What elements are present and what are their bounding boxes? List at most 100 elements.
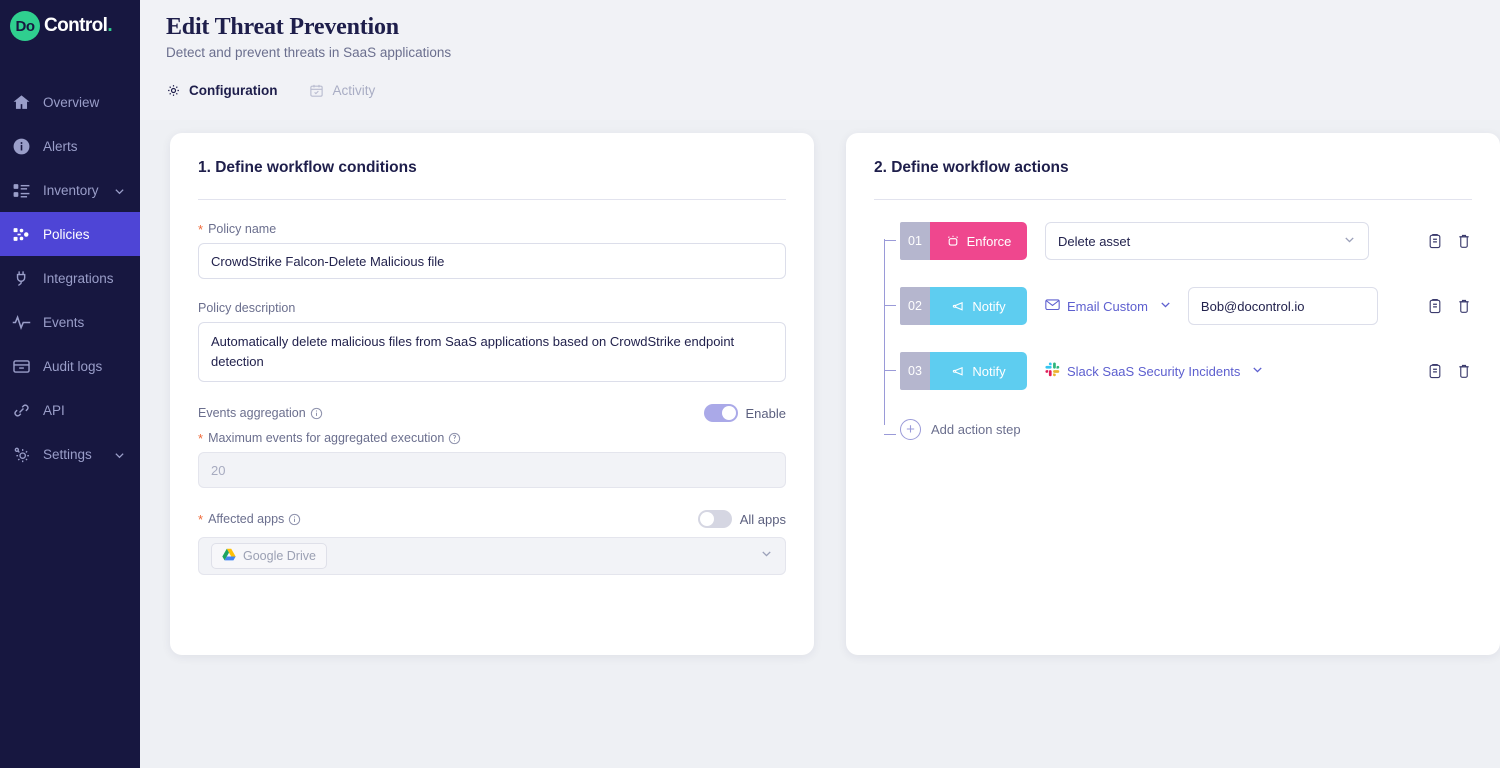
logo-wordmark-text: Control [44, 15, 107, 36]
policy-description-label: Policy description [198, 301, 786, 315]
divider [874, 199, 1472, 200]
affected-app-chip[interactable]: Google Drive [211, 543, 327, 569]
tab-configuration[interactable]: Configuration [166, 82, 277, 98]
sidebar-item-label: API [43, 403, 65, 418]
tab-activity[interactable]: Activity [309, 82, 375, 98]
calendar-icon [309, 82, 325, 98]
duplicate-icon[interactable] [1428, 298, 1443, 315]
events-aggregation-row: Events aggregation Enable [198, 404, 786, 422]
step-number: 02 [900, 287, 930, 325]
sidebar: Do Control. Overview Alerts [0, 0, 140, 768]
toggle-label: All apps [740, 512, 786, 527]
sidebar-item-policies[interactable]: Policies [0, 212, 140, 256]
page-title: Edit Threat Prevention [166, 14, 1500, 41]
action-type-enforce-badge[interactable]: Enforce [930, 222, 1027, 260]
sidebar-item-settings[interactable]: Settings [0, 432, 140, 476]
max-events-input[interactable]: 20 [198, 452, 786, 488]
workflow-conditions-card: 1. Define workflow conditions * Policy n… [170, 133, 814, 655]
notify-channel-select[interactable]: Email Custom [1045, 298, 1172, 314]
logo-mark-text: Do [16, 18, 35, 35]
toggle-label: Enable [746, 406, 786, 421]
app-logo[interactable]: Do Control. [0, 0, 140, 52]
action-type-notify-badge[interactable]: Notify [930, 287, 1027, 325]
events-aggregation-toggle-wrap: Enable [704, 404, 786, 422]
enforce-action-select[interactable]: Delete asset [1045, 222, 1369, 260]
pulse-icon [10, 311, 32, 333]
main-content: Edit Threat Prevention Detect and preven… [140, 0, 1500, 768]
policy-description-input[interactable]: Automatically delete malicious files fro… [198, 322, 786, 382]
label-text: Maximum events for aggregated execution [208, 431, 444, 445]
notify-channel-label: Slack SaaS Security Incidents [1067, 364, 1240, 379]
sidebar-item-label: Alerts [43, 139, 78, 154]
events-aggregation-toggle[interactable] [704, 404, 738, 422]
notify-channel-select[interactable]: Slack SaaS Security Incidents [1045, 362, 1264, 380]
row-actions [1410, 233, 1472, 250]
row-actions [1410, 298, 1472, 315]
page-subtitle: Detect and prevent threats in SaaS appli… [166, 45, 1500, 60]
add-action-step-button[interactable]: + Add action step [900, 417, 1472, 441]
sidebar-item-alerts[interactable]: Alerts [0, 124, 140, 168]
toggle-knob [700, 512, 714, 526]
sidebar-item-overview[interactable]: Overview [0, 80, 140, 124]
app-root: Do Control. Overview Alerts [0, 0, 1500, 768]
sidebar-item-audit-logs[interactable]: Audit logs [0, 344, 140, 388]
sidebar-item-inventory[interactable]: Inventory [0, 168, 140, 212]
all-apps-toggle[interactable] [698, 510, 732, 528]
action-row: 01 Enforce Delete asset [900, 222, 1472, 260]
affected-apps-select[interactable]: Google Drive [198, 537, 786, 575]
chevron-down-icon [760, 547, 773, 565]
notify-email-input[interactable]: Bob@docontrol.io [1188, 287, 1378, 325]
all-apps-toggle-wrap: All apps [698, 510, 786, 528]
plus-icon: + [900, 419, 921, 440]
actions-list: 01 Enforce Delete asset [874, 222, 1472, 441]
page-header: Edit Threat Prevention Detect and preven… [140, 0, 1500, 120]
duplicate-icon[interactable] [1428, 233, 1443, 250]
toggle-knob [722, 406, 736, 420]
slack-icon [1045, 362, 1060, 380]
logo-mark-icon: Do [10, 11, 40, 41]
alarm-icon [946, 234, 961, 249]
required-asterisk: * [198, 223, 203, 236]
action-type-label: Notify [972, 299, 1005, 314]
policy-name-label: * Policy name [198, 222, 786, 236]
logo-dot: . [107, 15, 112, 36]
info-icon [310, 407, 323, 420]
action-type-label: Enforce [967, 234, 1012, 249]
workflow-actions-card: 2. Define workflow actions 01 [846, 133, 1500, 655]
row-actions [1410, 363, 1472, 380]
cards-container: 1. Define workflow conditions * Policy n… [170, 133, 1500, 655]
action-type-label: Notify [972, 364, 1005, 379]
step-number: 03 [900, 352, 930, 390]
chevron-down-icon [1159, 298, 1172, 314]
trash-icon[interactable] [1457, 233, 1472, 250]
sidebar-item-api[interactable]: API [0, 388, 140, 432]
sidebar-item-label: Policies [43, 227, 90, 242]
trash-icon[interactable] [1457, 298, 1472, 315]
required-asterisk: * [198, 513, 203, 526]
megaphone-icon [951, 299, 966, 314]
action-type-notify-badge[interactable]: Notify [930, 352, 1027, 390]
divider [198, 199, 786, 200]
tab-bar: Configuration Activity [166, 82, 1500, 98]
chip-label: Google Drive [243, 549, 316, 563]
sidebar-item-label: Integrations [43, 271, 114, 286]
logo-wordmark: Control. [44, 15, 112, 37]
required-asterisk: * [198, 432, 203, 445]
tab-label: Configuration [189, 83, 277, 98]
policy-name-input[interactable]: CrowdStrike Falcon-Delete Malicious file [198, 243, 786, 279]
info-icon [288, 513, 301, 526]
actions-title: 2. Define workflow actions [874, 159, 1472, 177]
duplicate-icon[interactable] [1428, 363, 1443, 380]
plug-icon [10, 267, 32, 289]
home-icon [10, 91, 32, 113]
google-drive-icon [222, 548, 236, 564]
sidebar-item-integrations[interactable]: Integrations [0, 256, 140, 300]
tab-label: Activity [332, 83, 375, 98]
sidebar-item-label: Audit logs [43, 359, 102, 374]
sidebar-item-events[interactable]: Events [0, 300, 140, 344]
trash-icon[interactable] [1457, 363, 1472, 380]
sidebar-item-label: Overview [43, 95, 99, 110]
megaphone-icon [951, 364, 966, 379]
info-icon [10, 135, 32, 157]
help-icon [448, 432, 461, 445]
